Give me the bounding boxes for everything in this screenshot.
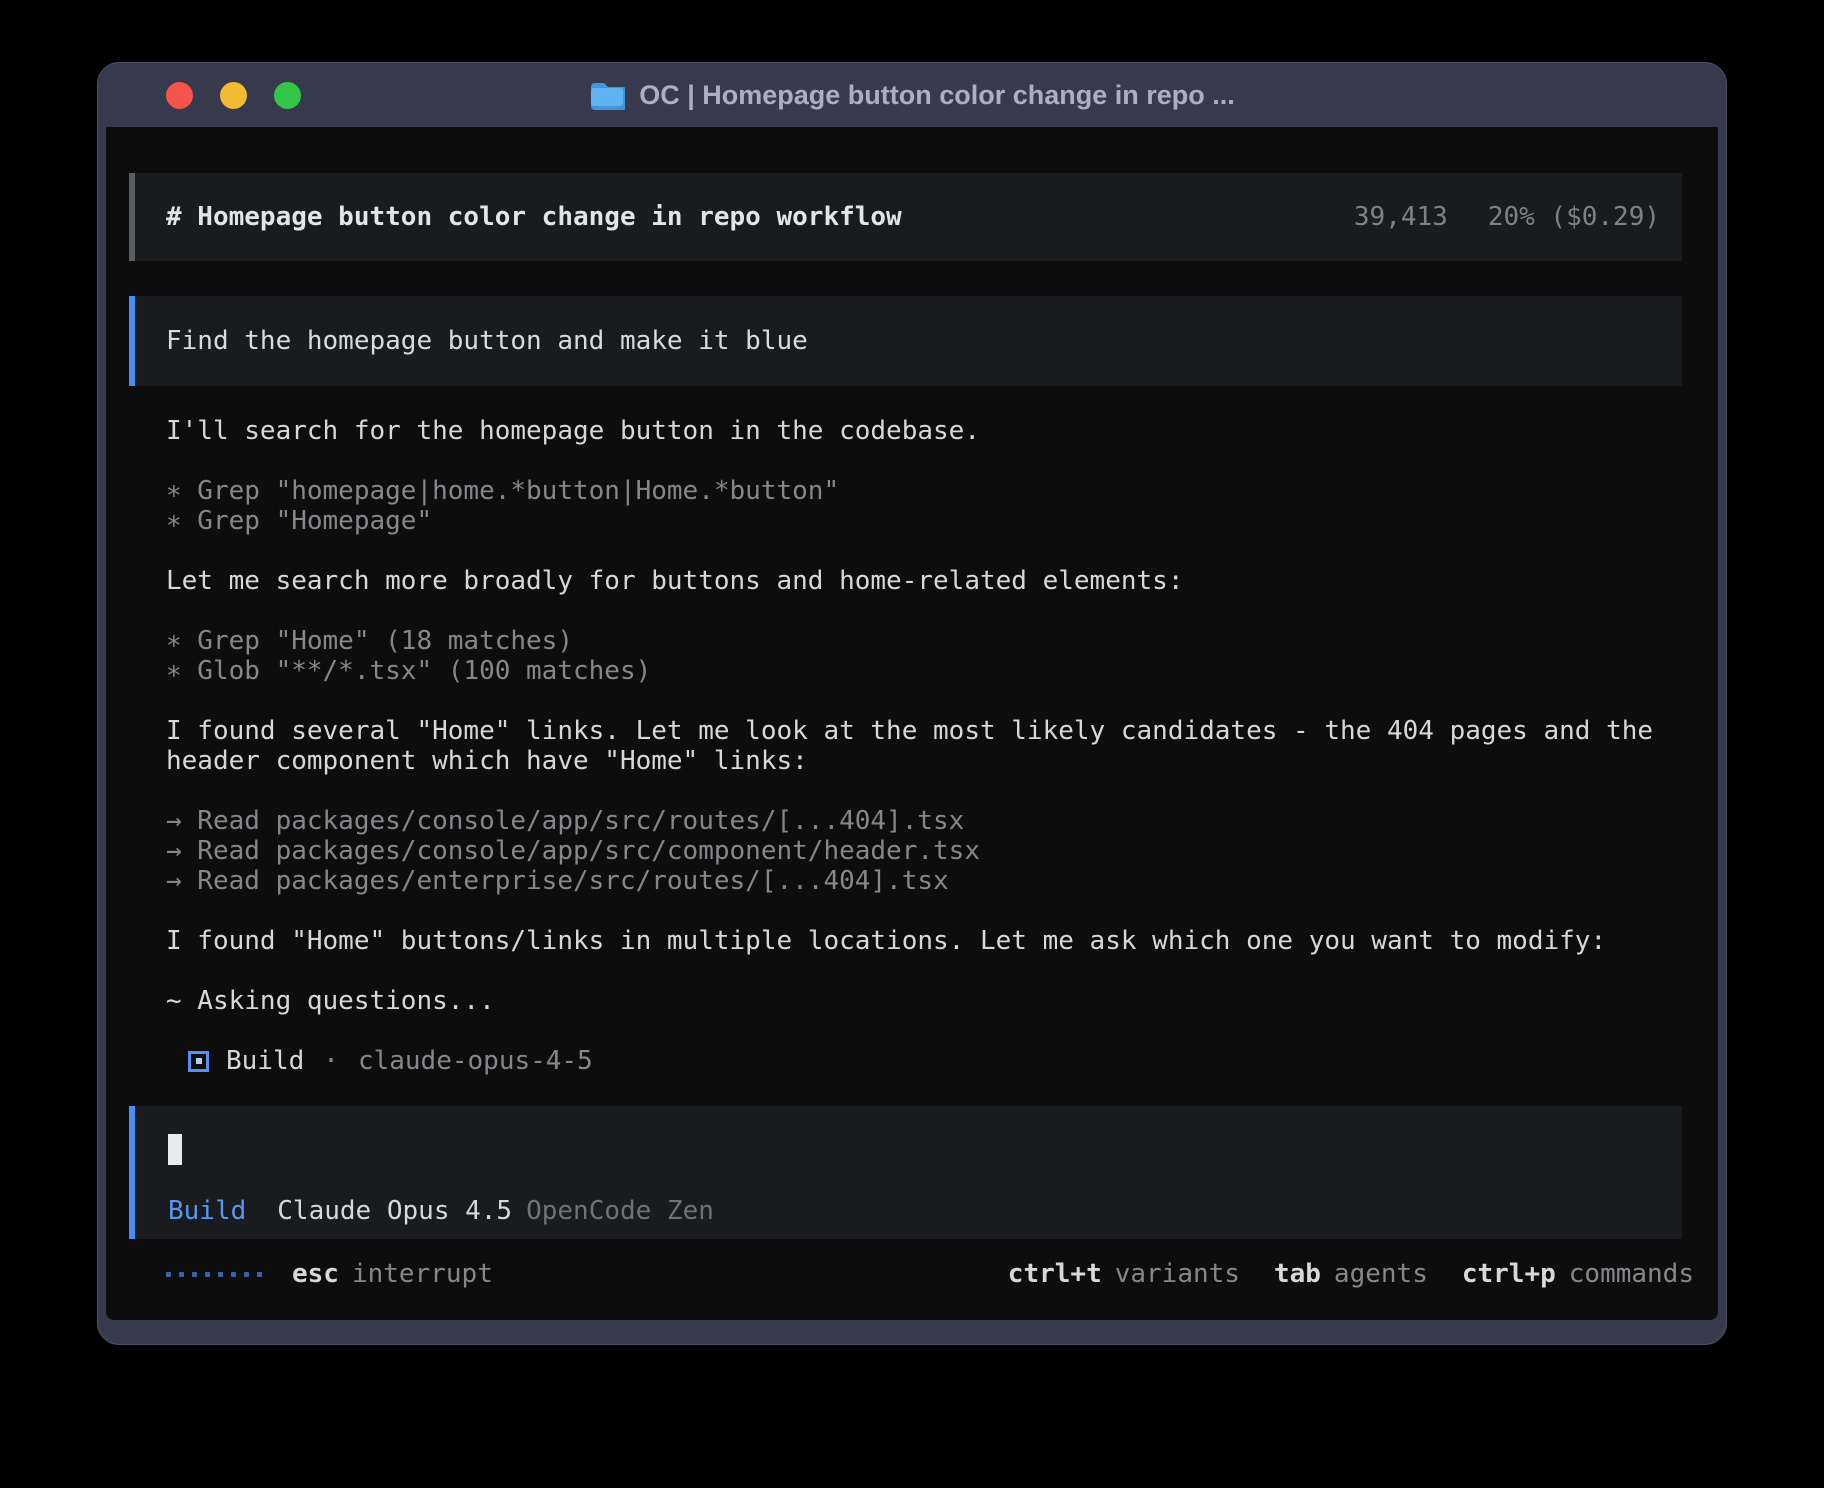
agent-name: Build (226, 1046, 304, 1076)
assistant-text: header component which have "Home" links… (166, 746, 1680, 776)
input-model-label: Claude Opus 4.5 (277, 1196, 512, 1226)
shortcut-commands: ctrl+p commands (1462, 1259, 1694, 1289)
user-message: Find the homepage button and make it blu… (129, 296, 1682, 386)
input-status-line: Build Claude Opus 4.5 OpenCode Zen (168, 1196, 714, 1226)
blank-line (166, 446, 1680, 476)
blank-line (166, 596, 1680, 626)
window-controls (166, 63, 301, 127)
assistant-text: I'll search for the homepage button in t… (166, 416, 1680, 446)
input-provider-label: OpenCode Zen (526, 1196, 714, 1226)
asking-questions-status: ~ Asking questions... (166, 986, 1680, 1016)
terminal-content: # Homepage button color change in repo w… (106, 127, 1718, 1320)
folder-icon (589, 81, 625, 110)
shortcut-label-interrupt: interrupt (352, 1259, 493, 1289)
shortcut-hints: ctrl+t variants tab agents ctrl+p comman… (1008, 1259, 1694, 1289)
context-cost: 20% ($0.29) (1488, 202, 1660, 232)
tool-call-glob: ∗ Glob "**/*.tsx" (100 matches) (166, 656, 1680, 686)
session-header: # Homepage button color change in repo w… (129, 173, 1682, 261)
input-agent-label: Build (168, 1196, 246, 1226)
tool-call-grep: ∗ Grep "homepage|home.*button|Home.*butt… (166, 476, 1680, 506)
blank-line (166, 686, 1680, 716)
shortcut-key-esc: esc (292, 1259, 339, 1289)
window-title: OC | Homepage button color change in rep… (639, 80, 1235, 111)
tool-call-read: → Read packages/console/app/src/routes/[… (166, 806, 1680, 836)
blank-line (166, 536, 1680, 566)
shortcut-key-ctrl-p: ctrl+p (1462, 1259, 1556, 1289)
zoom-window-button[interactable] (274, 82, 301, 109)
shortcut-key-tab: tab (1274, 1259, 1321, 1289)
blank-line (166, 896, 1680, 926)
prompt-input[interactable]: Build Claude Opus 4.5 OpenCode Zen (129, 1106, 1682, 1239)
minimize-window-button[interactable] (220, 82, 247, 109)
tool-call-grep: ∗ Grep "Homepage" (166, 506, 1680, 536)
tool-call-read: → Read packages/console/app/src/componen… (166, 836, 1680, 866)
session-title: # Homepage button color change in repo w… (166, 202, 902, 232)
close-window-button[interactable] (166, 82, 193, 109)
tool-call-read: → Read packages/enterprise/src/routes/[.… (166, 866, 1680, 896)
terminal-window: OC | Homepage button color change in rep… (97, 62, 1727, 1345)
spinner-dots (166, 1272, 262, 1277)
shortcut-label-variants: variants (1115, 1259, 1240, 1289)
blank-line (166, 956, 1680, 986)
user-message-text: Find the homepage button and make it blu… (166, 326, 808, 356)
shortcut-label-commands: commands (1569, 1259, 1694, 1289)
window-titlebar[interactable]: OC | Homepage button color change in rep… (98, 63, 1726, 127)
assistant-text: I found "Home" buttons/links in multiple… (166, 926, 1680, 956)
tool-call-grep: ∗ Grep "Home" (18 matches) (166, 626, 1680, 656)
shortcut-agents: tab agents (1274, 1259, 1428, 1289)
assistant-text: Let me search more broadly for buttons a… (166, 566, 1680, 596)
blank-line (166, 1016, 1680, 1046)
shortcut-label-agents: agents (1334, 1259, 1428, 1289)
token-count: 39,413 (1354, 202, 1448, 232)
shortcut-key-ctrl-t: ctrl+t (1008, 1259, 1102, 1289)
status-bar: esc interrupt ctrl+t variants tab agents… (166, 1258, 1694, 1290)
title-group: OC | Homepage button color change in rep… (589, 80, 1235, 111)
conversation: I'll search for the homepage button in t… (166, 416, 1680, 1076)
assistant-text: I found several "Home" links. Let me loo… (166, 716, 1680, 746)
text-cursor (168, 1134, 182, 1165)
separator-dot: · (323, 1046, 339, 1076)
shortcut-variants: ctrl+t variants (1008, 1259, 1240, 1289)
session-stats: 39,413 20% ($0.29) (1354, 202, 1660, 232)
model-name: claude-opus-4-5 (358, 1046, 593, 1076)
build-agent-icon (188, 1051, 209, 1072)
agent-task-row: Build · claude-opus-4-5 (166, 1046, 1680, 1076)
blank-line (166, 776, 1680, 806)
